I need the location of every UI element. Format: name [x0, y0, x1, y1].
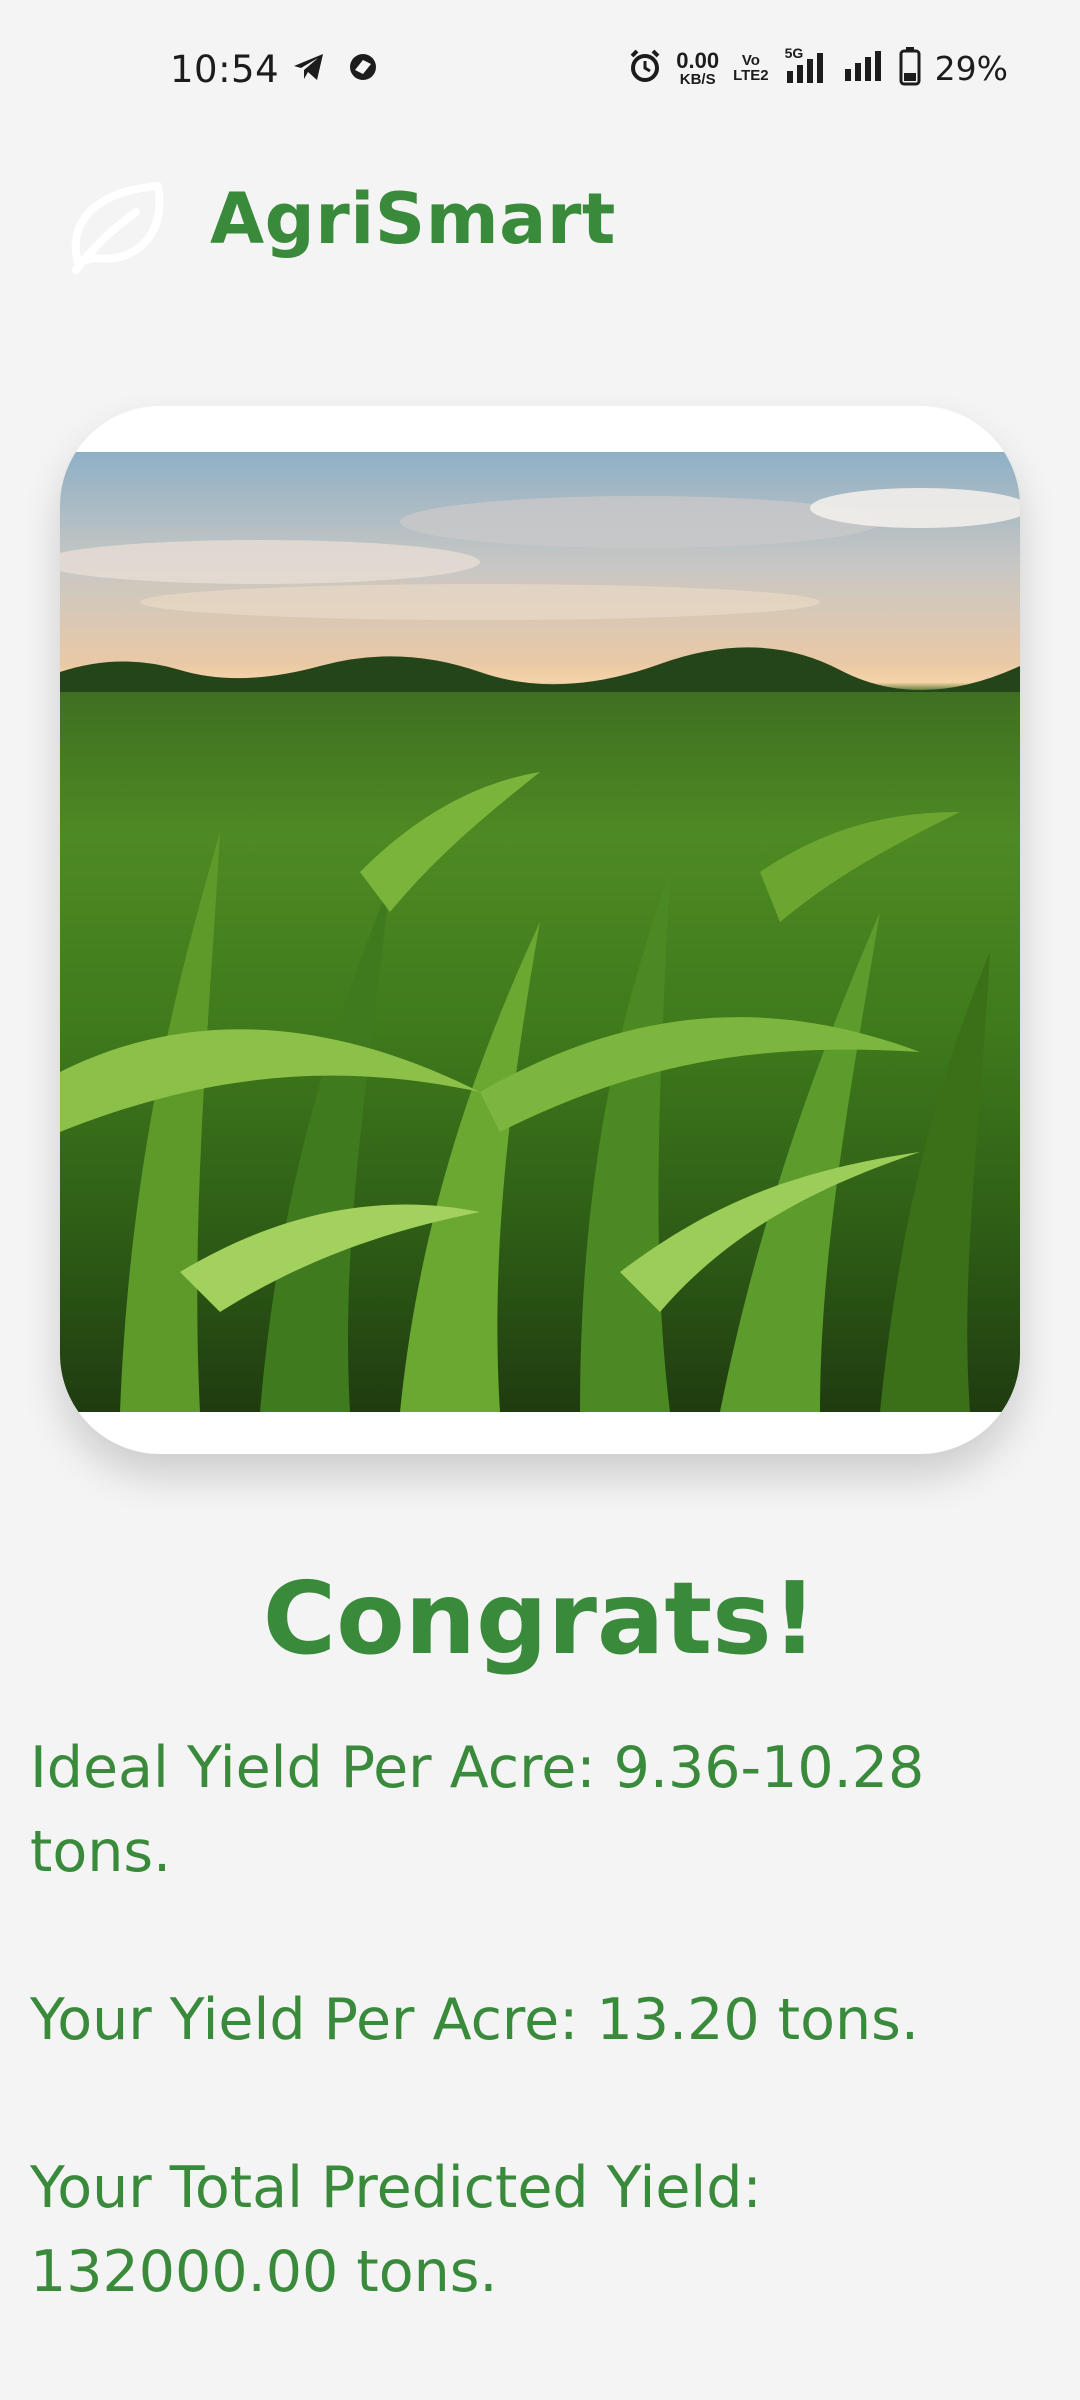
volte-indicator: Vo LTE2: [733, 53, 769, 83]
battery-icon: [899, 46, 921, 90]
hero-image-card: [60, 406, 1020, 1454]
telegram-icon: [292, 52, 326, 86]
battery-percent: 29%: [934, 48, 1008, 88]
network-speed-value: 0.00: [676, 47, 720, 73]
volte-bottom: LTE2: [733, 67, 769, 84]
alarm-icon: [628, 49, 662, 87]
app-header: AgriSmart: [0, 160, 1080, 290]
status-bar: 10:54 0.00 KB/S Vo LTE2 5G 29%: [0, 0, 1080, 130]
signal-5g-icon: 5G: [783, 45, 827, 85]
network-speed: 0.00 KB/S: [676, 47, 720, 88]
notification-icons: [292, 52, 380, 86]
leaf-icon: [62, 170, 174, 282]
status-right-icons: 0.00 KB/S Vo LTE2 5G 29%: [628, 45, 1008, 90]
status-time: 10:54: [170, 48, 280, 91]
network-type: 5G: [784, 45, 804, 61]
total-yield-text: Your Total Predicted Yield: 132000.00 to…: [30, 2155, 762, 2305]
app-notification-icon: [346, 52, 380, 86]
your-yield-text: Your Yield Per Acre: 13.20 tons.: [30, 1987, 919, 2053]
signal-icon: [841, 49, 885, 87]
volte-top: Vo: [741, 52, 760, 69]
ideal-yield-text: Ideal Yield Per Acre: 9.36-10.28 tons.: [30, 1735, 925, 1885]
congrats-heading: Congrats!: [262, 1560, 818, 1677]
network-speed-unit: KB/S: [679, 70, 716, 88]
app-title: AgriSmart: [210, 178, 616, 260]
cornfield-photo: [60, 452, 1020, 1412]
